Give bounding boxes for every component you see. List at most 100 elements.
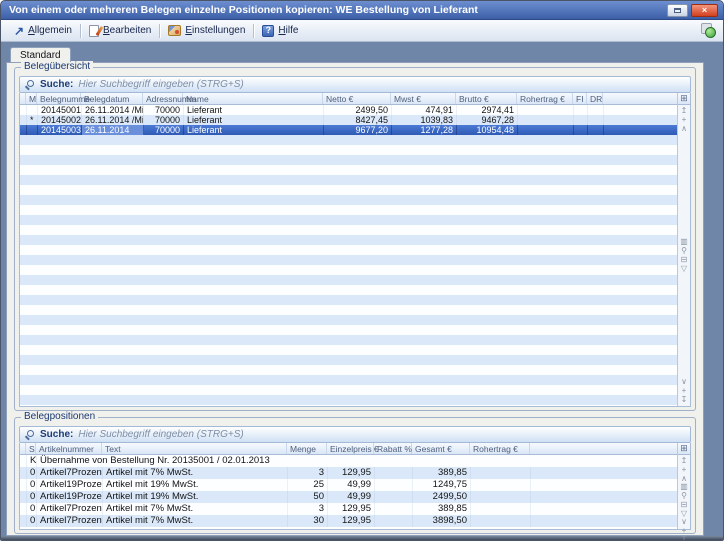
columns-icon[interactable]: ▥ [680, 483, 688, 491]
cell-name[interactable]: Lieferant [184, 105, 324, 115]
cell-brutto[interactable]: 9467,28 [457, 115, 518, 125]
column-header-m[interactable]: M [26, 93, 37, 104]
cell-rohertrag[interactable] [471, 515, 531, 527]
table-row[interactable]: KÜbernahme von Bestellung Nr. 20135001 /… [20, 455, 677, 467]
insert-icon[interactable]: + [682, 116, 687, 124]
column-header-artikelnummer[interactable]: Artikelnummer [36, 443, 102, 454]
cell-fi[interactable] [574, 115, 588, 125]
table-row[interactable]: 0Artikel7ProzentArtikel mit 7% MwSt.3129… [20, 467, 677, 479]
cell-gesamt[interactable]: 1249,75 [413, 479, 471, 491]
cell-ind[interactable] [20, 115, 27, 125]
cell-rabatt[interactable] [375, 479, 413, 491]
cell-menge[interactable]: 3 [288, 467, 328, 479]
tab-standard[interactable]: Standard [10, 47, 71, 62]
column-header-rabatt[interactable]: Rabatt % [374, 443, 412, 454]
column-header-gesamt[interactable]: Gesamt € [412, 443, 470, 454]
cell-s[interactable]: 0 [27, 479, 37, 491]
cell-m[interactable] [27, 105, 38, 115]
cell-m[interactable]: * [27, 115, 38, 125]
column-header-belegdatum[interactable]: Belegdatum [81, 93, 143, 104]
cell-ind[interactable] [20, 105, 27, 115]
cell-belegdatum[interactable]: 26.11.2014 [82, 125, 144, 135]
cell-s[interactable]: 0 [27, 467, 37, 479]
column-header-adressnummer[interactable]: Adressnumm [143, 93, 183, 104]
cell-belegdatum[interactable]: 26.11.2014 /Mi [82, 105, 144, 115]
cell-ind[interactable] [20, 503, 27, 515]
cell-belegnummer[interactable]: 20145002 [38, 115, 82, 125]
column-header-dr[interactable]: DR [587, 93, 603, 104]
insert-icon[interactable]: + [682, 466, 687, 474]
cell-artikelnummer[interactable]: Artikel7Prozent [37, 467, 103, 479]
table-row[interactable]: 0Artikel19ProzentArtikel mit 19% MwSt.25… [20, 479, 677, 491]
cell-rohertrag[interactable] [518, 105, 574, 115]
search-input-belegubersicht[interactable]: Suche: Hier Suchbegriff eingeben (STRG+S… [19, 76, 691, 93]
go-prev-icon[interactable]: ∧ [681, 125, 687, 133]
cell-menge[interactable]: 25 [288, 479, 328, 491]
cell-fill[interactable] [604, 115, 677, 125]
cell-ind[interactable] [20, 467, 27, 479]
cell-s[interactable]: 0 [27, 503, 37, 515]
cell-fi[interactable] [574, 125, 588, 135]
cell-artikelnummer[interactable]: Artikel19Prozent [37, 479, 103, 491]
cell-rohertrag[interactable] [471, 491, 531, 503]
cell-fill[interactable] [604, 125, 677, 135]
search-input-belegpositionen[interactable]: Suche: Hier Suchbegriff eingeben (STRG+S… [19, 426, 691, 443]
cell-dr[interactable] [588, 115, 604, 125]
cell-text[interactable]: Artikel mit 7% MwSt. [103, 467, 288, 479]
calc-icon[interactable]: ⊟ [681, 501, 688, 509]
close-button[interactable]: × [691, 4, 718, 17]
column-header-brutto[interactable]: Brutto € [456, 93, 517, 104]
cell-einzelpreis[interactable]: 129,95 [328, 515, 375, 527]
cell-brutto[interactable]: 2974,41 [457, 105, 518, 115]
cell-artikelnummer[interactable]: Artikel7Prozent [37, 503, 103, 515]
select-table-icon[interactable]: ⊞ [678, 93, 690, 105]
cell-s[interactable]: 0 [27, 515, 37, 527]
cell-ind[interactable] [20, 479, 27, 491]
table-row[interactable]: 2014500326.11.201470000Lieferant9677,201… [20, 125, 677, 135]
cell-mwst[interactable]: 474,91 [392, 105, 457, 115]
go-last-icon[interactable]: ↧ [681, 396, 688, 404]
cell-text[interactable]: Artikel mit 19% MwSt. [103, 491, 288, 503]
column-header-fi[interactable]: FI [573, 93, 587, 104]
cell-mwst[interactable]: 1277,28 [392, 125, 457, 135]
cell-rohertrag[interactable] [471, 467, 531, 479]
column-header-s[interactable]: S [26, 443, 36, 454]
column-header-einzelpreis[interactable]: Einzelpreis € [327, 443, 374, 454]
cell-einzelpreis[interactable]: 129,95 [328, 467, 375, 479]
column-header-mwst[interactable]: Mwst € [391, 93, 456, 104]
cell-ind[interactable] [20, 455, 27, 467]
cell-adressnummer[interactable]: 70000 [144, 105, 184, 115]
menu-item-allgemein[interactable]: ↗Allgemein [7, 23, 79, 38]
cell-einzelpreis[interactable]: 129,95 [328, 503, 375, 515]
cell-fill[interactable] [531, 491, 677, 503]
cell-fill[interactable] [531, 503, 677, 515]
cell-einzelpreis[interactable]: 49,99 [328, 491, 375, 503]
cell-text[interactable]: Artikel mit 7% MwSt. [103, 515, 288, 527]
restore-button[interactable] [667, 4, 688, 17]
menu-item-einstellungen[interactable]: Einstellungen [161, 23, 252, 38]
cell-fill[interactable] [531, 479, 677, 491]
insert-icon[interactable]: + [682, 527, 687, 535]
go-last-icon[interactable]: ↧ [681, 536, 688, 541]
cell-m[interactable] [27, 125, 38, 135]
cell-text[interactable]: Artikel mit 19% MwSt. [103, 479, 288, 491]
column-header-menge[interactable]: Menge [287, 443, 327, 454]
cell-ind[interactable] [20, 491, 27, 503]
column-header-rohertrag[interactable]: Rohertrag € [470, 443, 530, 454]
cell-text[interactable]: Artikel mit 7% MwSt. [103, 503, 288, 515]
cell-ind[interactable] [20, 125, 27, 135]
cell-gesamt[interactable]: 389,85 [413, 467, 471, 479]
column-header-name[interactable]: Name [183, 93, 323, 104]
cell-name[interactable]: Lieferant [184, 125, 324, 135]
cell-einzelpreis[interactable]: 49,99 [328, 479, 375, 491]
cell-brutto[interactable]: 10954,48 [457, 125, 518, 135]
cell-dr[interactable] [588, 105, 604, 115]
cell-name[interactable]: Lieferant [184, 115, 324, 125]
insert-icon[interactable]: + [682, 387, 687, 395]
cell-belegdatum[interactable]: 26.11.2014 /Mi [82, 115, 144, 125]
column-header-netto[interactable]: Netto € [323, 93, 391, 104]
cell-text-span[interactable]: Übernahme von Bestellung Nr. 20135001 / … [37, 455, 677, 467]
table-row[interactable]: 2014500126.11.2014 /Mi70000Lieferant2499… [20, 105, 677, 115]
cell-ind[interactable] [20, 515, 27, 527]
cell-artikelnummer[interactable]: Artikel7Prozent [37, 515, 103, 527]
